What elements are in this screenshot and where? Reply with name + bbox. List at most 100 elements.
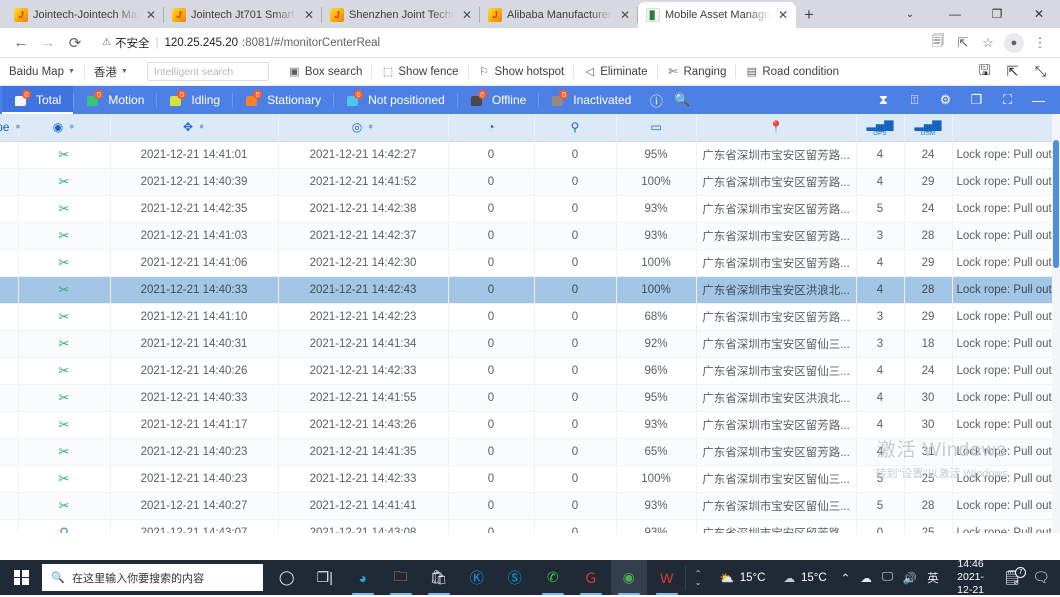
sort-arrows-icon[interactable]: ▲▼ [68,127,75,128]
back-icon[interactable]: ← [8,30,34,56]
action-center-icon[interactable]: 🗨 [1027,560,1055,595]
intelligent-search-input[interactable]: Intelligent search [147,62,269,81]
info-circle-icon[interactable]: ⓘ [643,86,669,114]
tab-close-icon[interactable]: ✕ [302,9,316,21]
status-tab-idling[interactable]: 0 Idling [157,86,232,114]
show-hotspot-button[interactable]: ⚐ Show hotspot [469,65,574,78]
reload-icon[interactable]: ⟳ [62,30,88,56]
360-browser-icon[interactable]: Ｇ [573,560,609,595]
col-header-gsm[interactable]: ▂▄▆GSM [904,114,952,141]
external-link-icon[interactable]: ⇱ [1006,65,1019,78]
address-bar[interactable]: ⚠ 不安全 | 120.25.245.20:8081/#/monitorCent… [94,32,925,54]
search-icon[interactable]: 🔍 [669,86,695,114]
col-header-battery[interactable]: ▭ [616,114,696,141]
status-tab-stationary[interactable]: 0 Stationary [233,86,333,114]
windows-start-icon[interactable] [0,560,42,595]
translate-icon[interactable]: 🗐 [926,31,950,55]
col-header-locate-time[interactable]: ✥ ▲▼ [110,114,278,141]
collapse-icon[interactable]: ⤡ [1034,65,1047,78]
tray-scroll-arrows[interactable]: ⌃⌄ [685,566,711,590]
browser-tab-2[interactable]: J Shenzhen Joint Technolog ✕ [322,2,480,28]
box-search-button[interactable]: ▣ Box search [279,65,372,78]
cortana-circle-icon[interactable]: ◯ [269,560,305,595]
scrollbar-thumb[interactable] [1053,140,1059,268]
notification-tray-icon[interactable]: 🗒 7 [997,569,1027,586]
volume-icon[interactable]: 🔊 [898,560,922,595]
table-row[interactable]: ✂2021-12-21 14:41:062021-12-21 14:42:300… [0,249,1060,276]
tab-close-icon[interactable]: ✕ [144,9,158,21]
status-tab-inactivated[interactable]: 0 Inactivated [539,86,643,114]
taskbar-clock[interactable]: 14:46 2021-12-21 [944,558,998,597]
sort-arrows-icon[interactable]: ▲▼ [14,127,21,128]
browser-tab-0[interactable]: J Jointech-Jointech Manufa ✕ [6,2,164,28]
table-row[interactable]: ✂2021-12-21 14:40:312021-12-21 14:41:340… [0,330,1060,357]
table-row[interactable]: ✂2021-12-21 14:41:102021-12-21 14:42:230… [0,303,1060,330]
table-row[interactable]: ✂2021-12-21 14:40:232021-12-21 14:42:330… [0,465,1060,492]
col-header-address[interactable]: 📍 [696,114,856,141]
wechat-icon[interactable]: ✆ [535,560,571,595]
table-row[interactable]: ✂2021-12-21 14:41:032021-12-21 14:42:370… [0,222,1060,249]
cloud-sync-icon[interactable]: ☁ [855,560,877,595]
profile-avatar-icon[interactable]: ● [1004,33,1024,53]
chrome-icon[interactable]: ◉ [611,560,647,595]
table-row[interactable]: ✂2021-12-21 14:40:392021-12-21 14:41:520… [0,168,1060,195]
forward-icon[interactable]: → [35,30,61,56]
export-icon[interactable]: ⍐ [899,86,930,114]
tab-close-icon[interactable]: ✕ [776,9,790,21]
close-window-button[interactable]: ✕ [1018,0,1060,28]
tray-expand-chevron-icon[interactable]: ⌃ [836,560,856,595]
settings-gear-icon[interactable]: ⚙ [930,86,961,114]
wps-icon[interactable]: W [649,560,685,595]
microsoft-store-icon[interactable]: 🛍 [421,560,457,595]
new-tab-button[interactable]: + [796,2,822,28]
share-icon[interactable]: ⇱ [951,31,975,55]
taskbar-search-input[interactable]: 🔍 在这里输入你要搜索的内容 [42,564,262,591]
table-row[interactable]: ✂2021-12-21 14:42:352021-12-21 14:42:380… [0,195,1060,222]
table-row[interactable]: ✂2021-12-21 14:40:272021-12-21 14:41:410… [0,492,1060,519]
table-vertical-scrollbar[interactable] [1052,114,1060,533]
table-row[interactable]: ⚲2021-12-21 14:43:072021-12-21 14:43:080… [0,519,1060,533]
skype-icon[interactable]: Ⓢ [497,560,533,595]
sort-arrows-icon[interactable]: ▲▼ [198,127,205,128]
task-view-icon[interactable]: ❐| [307,560,343,595]
maximize-window-button[interactable]: ❐ [976,0,1018,28]
network-icon[interactable]: 🖵 [877,560,898,595]
table-row[interactable]: ✂2021-12-21 14:41:012021-12-21 14:42:270… [0,141,1060,168]
ime-indicator[interactable]: 英 [922,560,944,595]
eliminate-button[interactable]: ◁ Eliminate [574,65,656,78]
region-selector[interactable]: 香港 ▼ [85,64,137,80]
minimize-panel-icon[interactable]: — [1023,86,1054,114]
browser-tab-4[interactable]: ▊ Mobile Asset Managemen ✕ [638,2,796,28]
table-row[interactable]: ✂2021-12-21 14:40:332021-12-21 14:42:430… [0,276,1060,303]
file-explorer-icon[interactable]: 🗀 [383,560,419,595]
status-tab-motion[interactable]: 0 Motion [74,86,156,114]
col-header-remark[interactable]: ∿ [952,114,1060,141]
hourglass-icon[interactable]: ⧗ [868,86,899,114]
status-tab-total[interactable]: 0 Total [2,86,73,114]
fullscreen-icon[interactable]: ⛶ [992,86,1023,114]
col-header-mileage[interactable]: ⚲ [534,114,616,141]
table-row[interactable]: ✂2021-12-21 14:40:262021-12-21 14:42:330… [0,357,1060,384]
status-tab-not-positioned[interactable]: 0 Not positioned [334,86,457,114]
show-fence-button[interactable]: ⬚ Show fence [372,65,467,78]
edge-icon[interactable]: ◕ [345,560,381,595]
minimize-window-button[interactable]: — [934,0,976,28]
status-tab-offline[interactable]: 0 Offline [458,86,538,114]
map-provider-selector[interactable]: Baidu Map ▼ [9,66,84,78]
table-row[interactable]: ✂2021-12-21 14:40:332021-12-21 14:41:550… [0,384,1060,411]
kingsoft-icon[interactable]: Ⓚ [459,560,495,595]
col-header-gps[interactable]: ▂▄▆GPS [856,114,904,141]
save-icon[interactable]: 🖫 [978,65,991,78]
col-header-status[interactable]: ◉ ▲▼ [18,114,110,141]
col-header-type[interactable]: pe ▲▼ [0,114,18,141]
table-row[interactable]: ✂2021-12-21 14:41:172021-12-21 14:43:260… [0,411,1060,438]
bookmark-star-icon[interactable]: ☆ [976,31,1000,55]
copy-window-icon[interactable]: ❐ [961,86,992,114]
weather-widget-2[interactable]: ☁ 15°C [774,571,835,585]
table-row[interactable]: ✂2021-12-21 14:40:232021-12-21 14:41:350… [0,438,1060,465]
tab-close-icon[interactable]: ✕ [460,9,474,21]
road-condition-button[interactable]: ▤ Road condition [736,65,848,78]
col-header-receive-time[interactable]: ◎ ▲▼ [278,114,448,141]
browser-tab-3[interactable]: J Alibaba Manufacturer Dire ✕ [480,2,638,28]
weather-widget-1[interactable]: ⛅ 15°C [710,571,774,585]
